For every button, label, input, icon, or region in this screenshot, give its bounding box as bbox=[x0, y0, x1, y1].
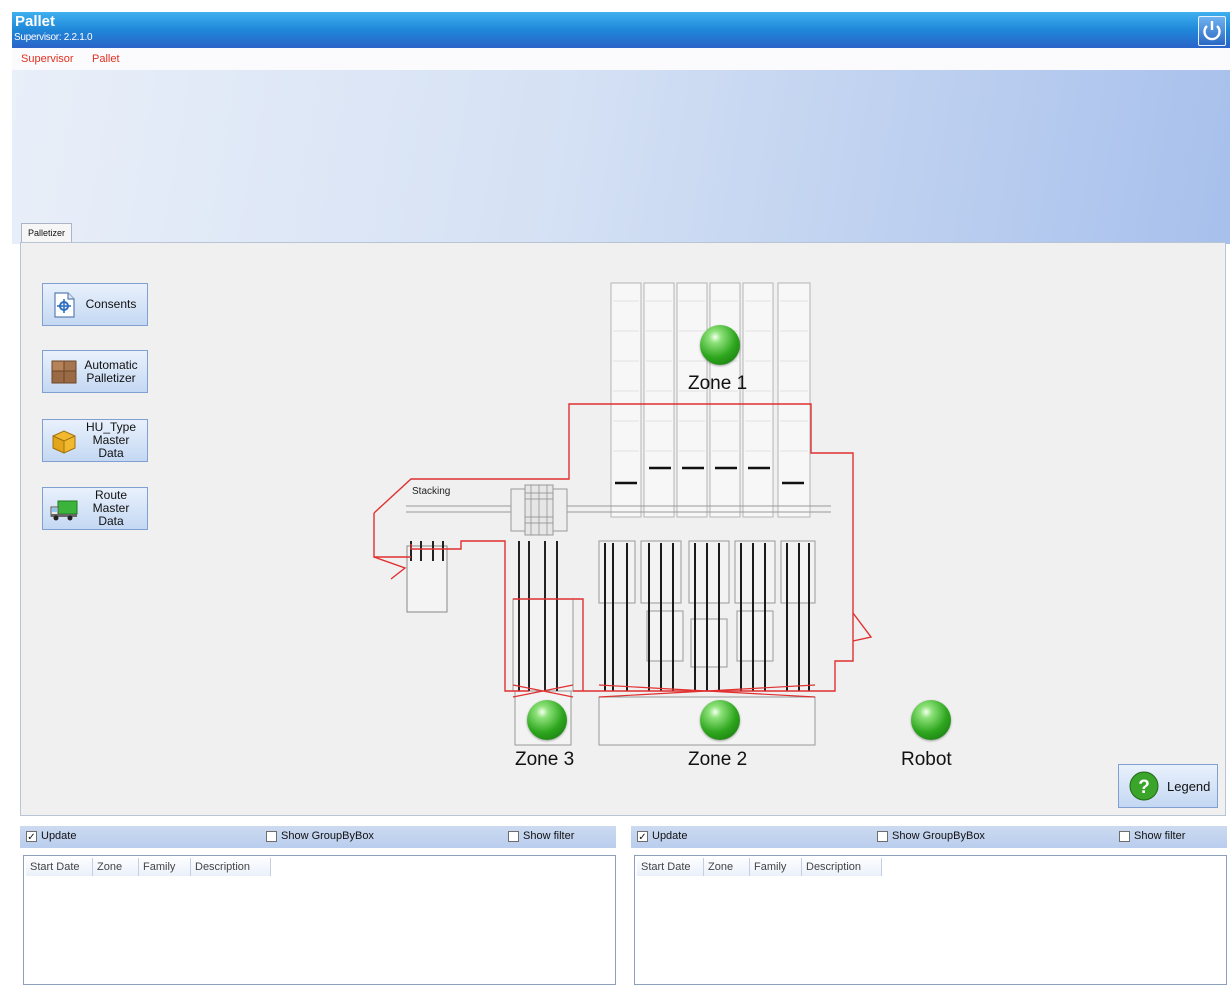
zone2-status-light bbox=[700, 700, 740, 740]
left-show-filter-box bbox=[508, 830, 519, 842]
tab-palletizer[interactable]: Palletizer bbox=[21, 223, 73, 243]
left-groupbybox-box bbox=[266, 830, 277, 842]
help-icon: ? bbox=[1129, 771, 1159, 801]
left-col-description[interactable]: Description bbox=[191, 858, 271, 876]
header-banner bbox=[12, 70, 1230, 244]
right-show-filter-box bbox=[1119, 830, 1130, 842]
robot-label: Robot bbox=[901, 749, 952, 770]
right-col-description[interactable]: Description bbox=[802, 858, 882, 876]
menu-bar: Supervisor Pallet bbox=[12, 48, 1230, 70]
right-col-zone[interactable]: Zone bbox=[704, 858, 750, 876]
right-groupbybox-box bbox=[877, 830, 888, 842]
right-update-label: Update bbox=[652, 830, 688, 842]
title-bar: Pallet Supervisor: 2.2.1.0 bbox=[12, 12, 1230, 48]
left-update-label: Update bbox=[41, 830, 77, 842]
right-update-checkbox[interactable]: ✓ Update bbox=[637, 830, 688, 843]
right-col-start-date[interactable]: Start Date bbox=[637, 858, 704, 876]
zone1-storage-lanes bbox=[610, 282, 811, 518]
legend-label: Legend bbox=[1167, 778, 1211, 794]
right-show-filter-checkbox[interactable]: Show filter bbox=[1119, 830, 1185, 842]
stacking-label: Stacking bbox=[412, 486, 450, 497]
zone1-status-light bbox=[700, 325, 740, 365]
menu-pallet[interactable]: Pallet bbox=[92, 53, 120, 65]
left-col-zone[interactable]: Zone bbox=[93, 858, 139, 876]
right-groupbybox-label: Show GroupByBox bbox=[892, 830, 985, 842]
app-title: Pallet bbox=[15, 13, 56, 30]
zone2-rails bbox=[604, 543, 810, 691]
app-version: Supervisor: 2.2.1.0 bbox=[14, 32, 93, 43]
right-col-family[interactable]: Family bbox=[750, 858, 802, 876]
power-icon bbox=[1203, 21, 1221, 41]
zone1-label: Zone 1 bbox=[688, 373, 748, 394]
right-groupbybox-checkbox[interactable]: Show GroupByBox bbox=[877, 830, 985, 842]
left-col-family[interactable]: Family bbox=[139, 858, 191, 876]
left-log-table[interactable]: Start Date Zone Family Description bbox=[23, 855, 616, 985]
zone3-status-light bbox=[527, 700, 567, 740]
left-col-start-date[interactable]: Start Date bbox=[26, 858, 93, 876]
right-log-table[interactable]: Start Date Zone Family Description bbox=[634, 855, 1227, 985]
left-groupbybox-label: Show GroupByBox bbox=[281, 830, 374, 842]
left-show-filter-checkbox[interactable]: Show filter bbox=[508, 830, 574, 842]
left-log-toolbar: ✓ Update Show GroupByBox Show filter bbox=[20, 826, 616, 848]
left-update-check-icon: ✓ bbox=[26, 830, 37, 843]
robot-status-light bbox=[911, 700, 951, 740]
left-show-filter-label: Show filter bbox=[523, 830, 575, 842]
zone2-label: Zone 2 bbox=[688, 749, 748, 770]
svg-text:?: ? bbox=[1138, 777, 1150, 798]
plant-layout-diagram: Stacking bbox=[373, 282, 873, 746]
legend-button[interactable]: ? Legend bbox=[1118, 764, 1218, 808]
right-log-toolbar: ✓ Update Show GroupByBox Show filter bbox=[631, 826, 1227, 848]
right-show-filter-label: Show filter bbox=[1134, 830, 1186, 842]
left-palletizer-station bbox=[406, 545, 448, 613]
left-groupbybox-checkbox[interactable]: Show GroupByBox bbox=[266, 830, 374, 842]
power-button[interactable] bbox=[1198, 16, 1226, 46]
left-update-checkbox[interactable]: ✓ Update bbox=[26, 830, 77, 843]
menu-supervisor[interactable]: Supervisor bbox=[21, 53, 74, 65]
right-update-check-icon: ✓ bbox=[637, 830, 648, 843]
zone3-label: Zone 3 bbox=[515, 749, 575, 770]
palletizer-panel: Consents Automatic Palletizer HU_Type Ma… bbox=[20, 242, 1226, 816]
